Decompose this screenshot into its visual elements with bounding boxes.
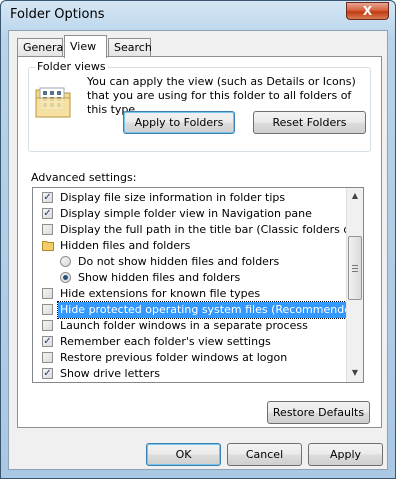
list-item-label: Display simple folder view in Navigation… bbox=[60, 207, 312, 220]
vertical-scrollbar[interactable]: ▲ ▼ bbox=[346, 188, 363, 382]
list-item-label: Remember each folder's view settings bbox=[60, 335, 271, 348]
list-item-label: Display the full path in the title bar (… bbox=[60, 223, 364, 236]
ok-button[interactable]: OK bbox=[146, 443, 221, 466]
folder-icon bbox=[42, 241, 54, 251]
tab-general[interactable]: General bbox=[17, 38, 66, 57]
checkbox-full-path-title[interactable] bbox=[42, 224, 53, 235]
apply-button[interactable]: Apply bbox=[308, 443, 383, 466]
folder-options-window: Folder Options X General View Search Fol… bbox=[0, 0, 396, 479]
scroll-up-icon[interactable]: ▲ bbox=[347, 188, 363, 204]
checkbox-hide-protected-files[interactable] bbox=[42, 304, 53, 315]
list-item-label: Hide extensions for known file types bbox=[60, 287, 261, 300]
restore-defaults-button[interactable]: Restore Defaults bbox=[267, 401, 370, 424]
window-title: Folder Options bbox=[10, 7, 105, 22]
folder-view-icon bbox=[35, 87, 71, 118]
tab-view[interactable]: View bbox=[64, 35, 107, 58]
radio-show-hidden[interactable] bbox=[60, 272, 71, 283]
checkbox-remember-view[interactable]: ✓ bbox=[42, 336, 53, 347]
checkbox-show-drive-letters[interactable]: ✓ bbox=[42, 368, 53, 379]
title-bar[interactable]: Folder Options X bbox=[1, 1, 395, 29]
checkbox-restore-windows[interactable] bbox=[42, 352, 53, 363]
cancel-button[interactable]: Cancel bbox=[227, 443, 302, 466]
reset-folders-button[interactable]: Reset Folders bbox=[253, 111, 366, 134]
close-button[interactable]: X bbox=[346, 2, 389, 20]
radio-do-not-show-hidden[interactable] bbox=[60, 256, 71, 267]
list-item-label: Show drive letters bbox=[60, 367, 160, 380]
checkbox-file-size-tips[interactable]: ✓ bbox=[42, 192, 53, 203]
apply-to-folders-button[interactable]: Apply to Folders bbox=[123, 111, 235, 134]
folder-views-label: Folder views bbox=[35, 60, 108, 73]
list-item-label: Display file size information in folder … bbox=[60, 191, 286, 204]
checkbox-simple-folder-view[interactable]: ✓ bbox=[42, 208, 53, 219]
advanced-settings-label: Advanced settings: bbox=[31, 171, 137, 184]
dialog-body: General View Search Folder views You can… bbox=[8, 30, 388, 470]
scrollbar-thumb[interactable] bbox=[348, 236, 362, 300]
checkbox-separate-process[interactable] bbox=[42, 320, 53, 331]
view-tab-panel: Folder views You can apply the view (suc… bbox=[17, 56, 382, 428]
checkbox-hide-extensions[interactable] bbox=[42, 288, 53, 299]
list-item-label: Hide protected operating system files (R… bbox=[56, 301, 363, 319]
list-item-label: Launch folder windows in a separate proc… bbox=[60, 319, 308, 332]
list-item-label: Show hidden files and folders bbox=[78, 271, 241, 284]
list-item-label: Restore previous folder windows at logon bbox=[60, 351, 288, 364]
tab-search[interactable]: Search bbox=[108, 38, 152, 57]
advanced-settings-list[interactable]: ✓ Display file size information in folde… bbox=[32, 187, 364, 383]
list-item-label: Do not show hidden files and folders bbox=[78, 255, 280, 268]
folder-views-group: Folder views You can apply the view (suc… bbox=[28, 60, 371, 152]
list-item-label: Hidden files and folders bbox=[60, 239, 191, 252]
scroll-down-icon[interactable]: ▼ bbox=[347, 365, 363, 381]
